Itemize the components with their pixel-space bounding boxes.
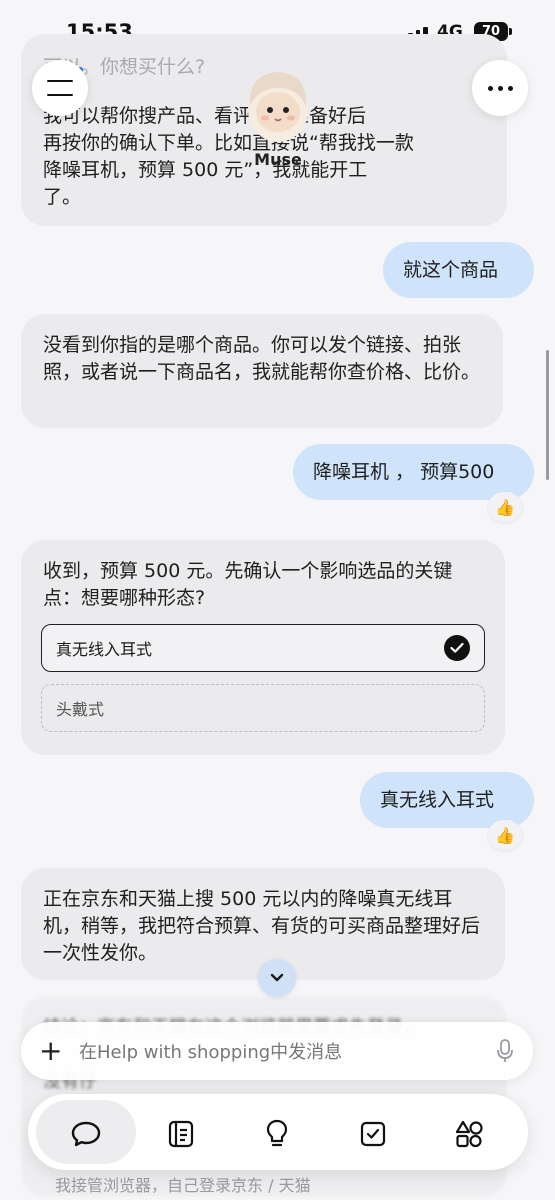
bot-message: 没看到你指的是哪个商品。你可以发个链接、拍张照，或者说一下商品名，我就能帮你查价… (21, 314, 503, 428)
nav-ideas[interactable] (257, 1114, 297, 1154)
option-label: 真无线入耳式 (56, 640, 153, 659)
more-options-button[interactable] (472, 60, 528, 116)
nav-tasks[interactable] (353, 1114, 393, 1154)
scrollbar[interactable] (546, 350, 549, 480)
option-true-wireless[interactable]: 真无线入耳式 (41, 624, 485, 672)
notes-icon (168, 1120, 194, 1148)
user-message: 就这个商品 (383, 242, 534, 298)
message-composer[interactable]: + 在Help with shopping中发消息 (21, 1022, 533, 1080)
message-line: 了。 (43, 186, 82, 208)
option-label: 头戴式 (56, 700, 105, 719)
muse-avatar[interactable] (238, 66, 318, 146)
more-icon (487, 85, 513, 91)
lightbulb-icon (266, 1119, 288, 1147)
battery-tip (509, 28, 512, 35)
hamburger-icon (47, 80, 73, 97)
message-text: 收到，预算 500 元。先确认一个影响选品的关键点：想要哪种形态? (43, 560, 453, 609)
add-attachment-icon[interactable]: + (39, 1037, 71, 1065)
thumbs-up-icon[interactable]: 👍 (488, 492, 522, 522)
menu-button[interactable] (32, 60, 88, 116)
nav-notes[interactable] (161, 1114, 201, 1154)
microphone-icon[interactable] (495, 1038, 515, 1064)
message-line-faded: 我接管浏览器，自己登录京东 / 天猫 (55, 1176, 311, 1195)
checkbox-icon (360, 1121, 386, 1147)
thumbs-up-icon[interactable]: 👍 (488, 820, 522, 850)
nav-apps[interactable] (449, 1114, 489, 1154)
apps-icon (455, 1120, 483, 1148)
option-over-ear[interactable]: 头戴式 (41, 684, 485, 732)
chevron-down-icon (270, 973, 284, 982)
scroll-to-bottom-button[interactable] (258, 959, 296, 997)
composer-placeholder[interactable]: 在Help with shopping中发消息 (79, 1038, 495, 1064)
nav-chat[interactable] (66, 1114, 106, 1154)
check-icon (444, 635, 470, 661)
chat-bubble-icon (71, 1121, 101, 1147)
assistant-name: Muse (254, 150, 302, 169)
